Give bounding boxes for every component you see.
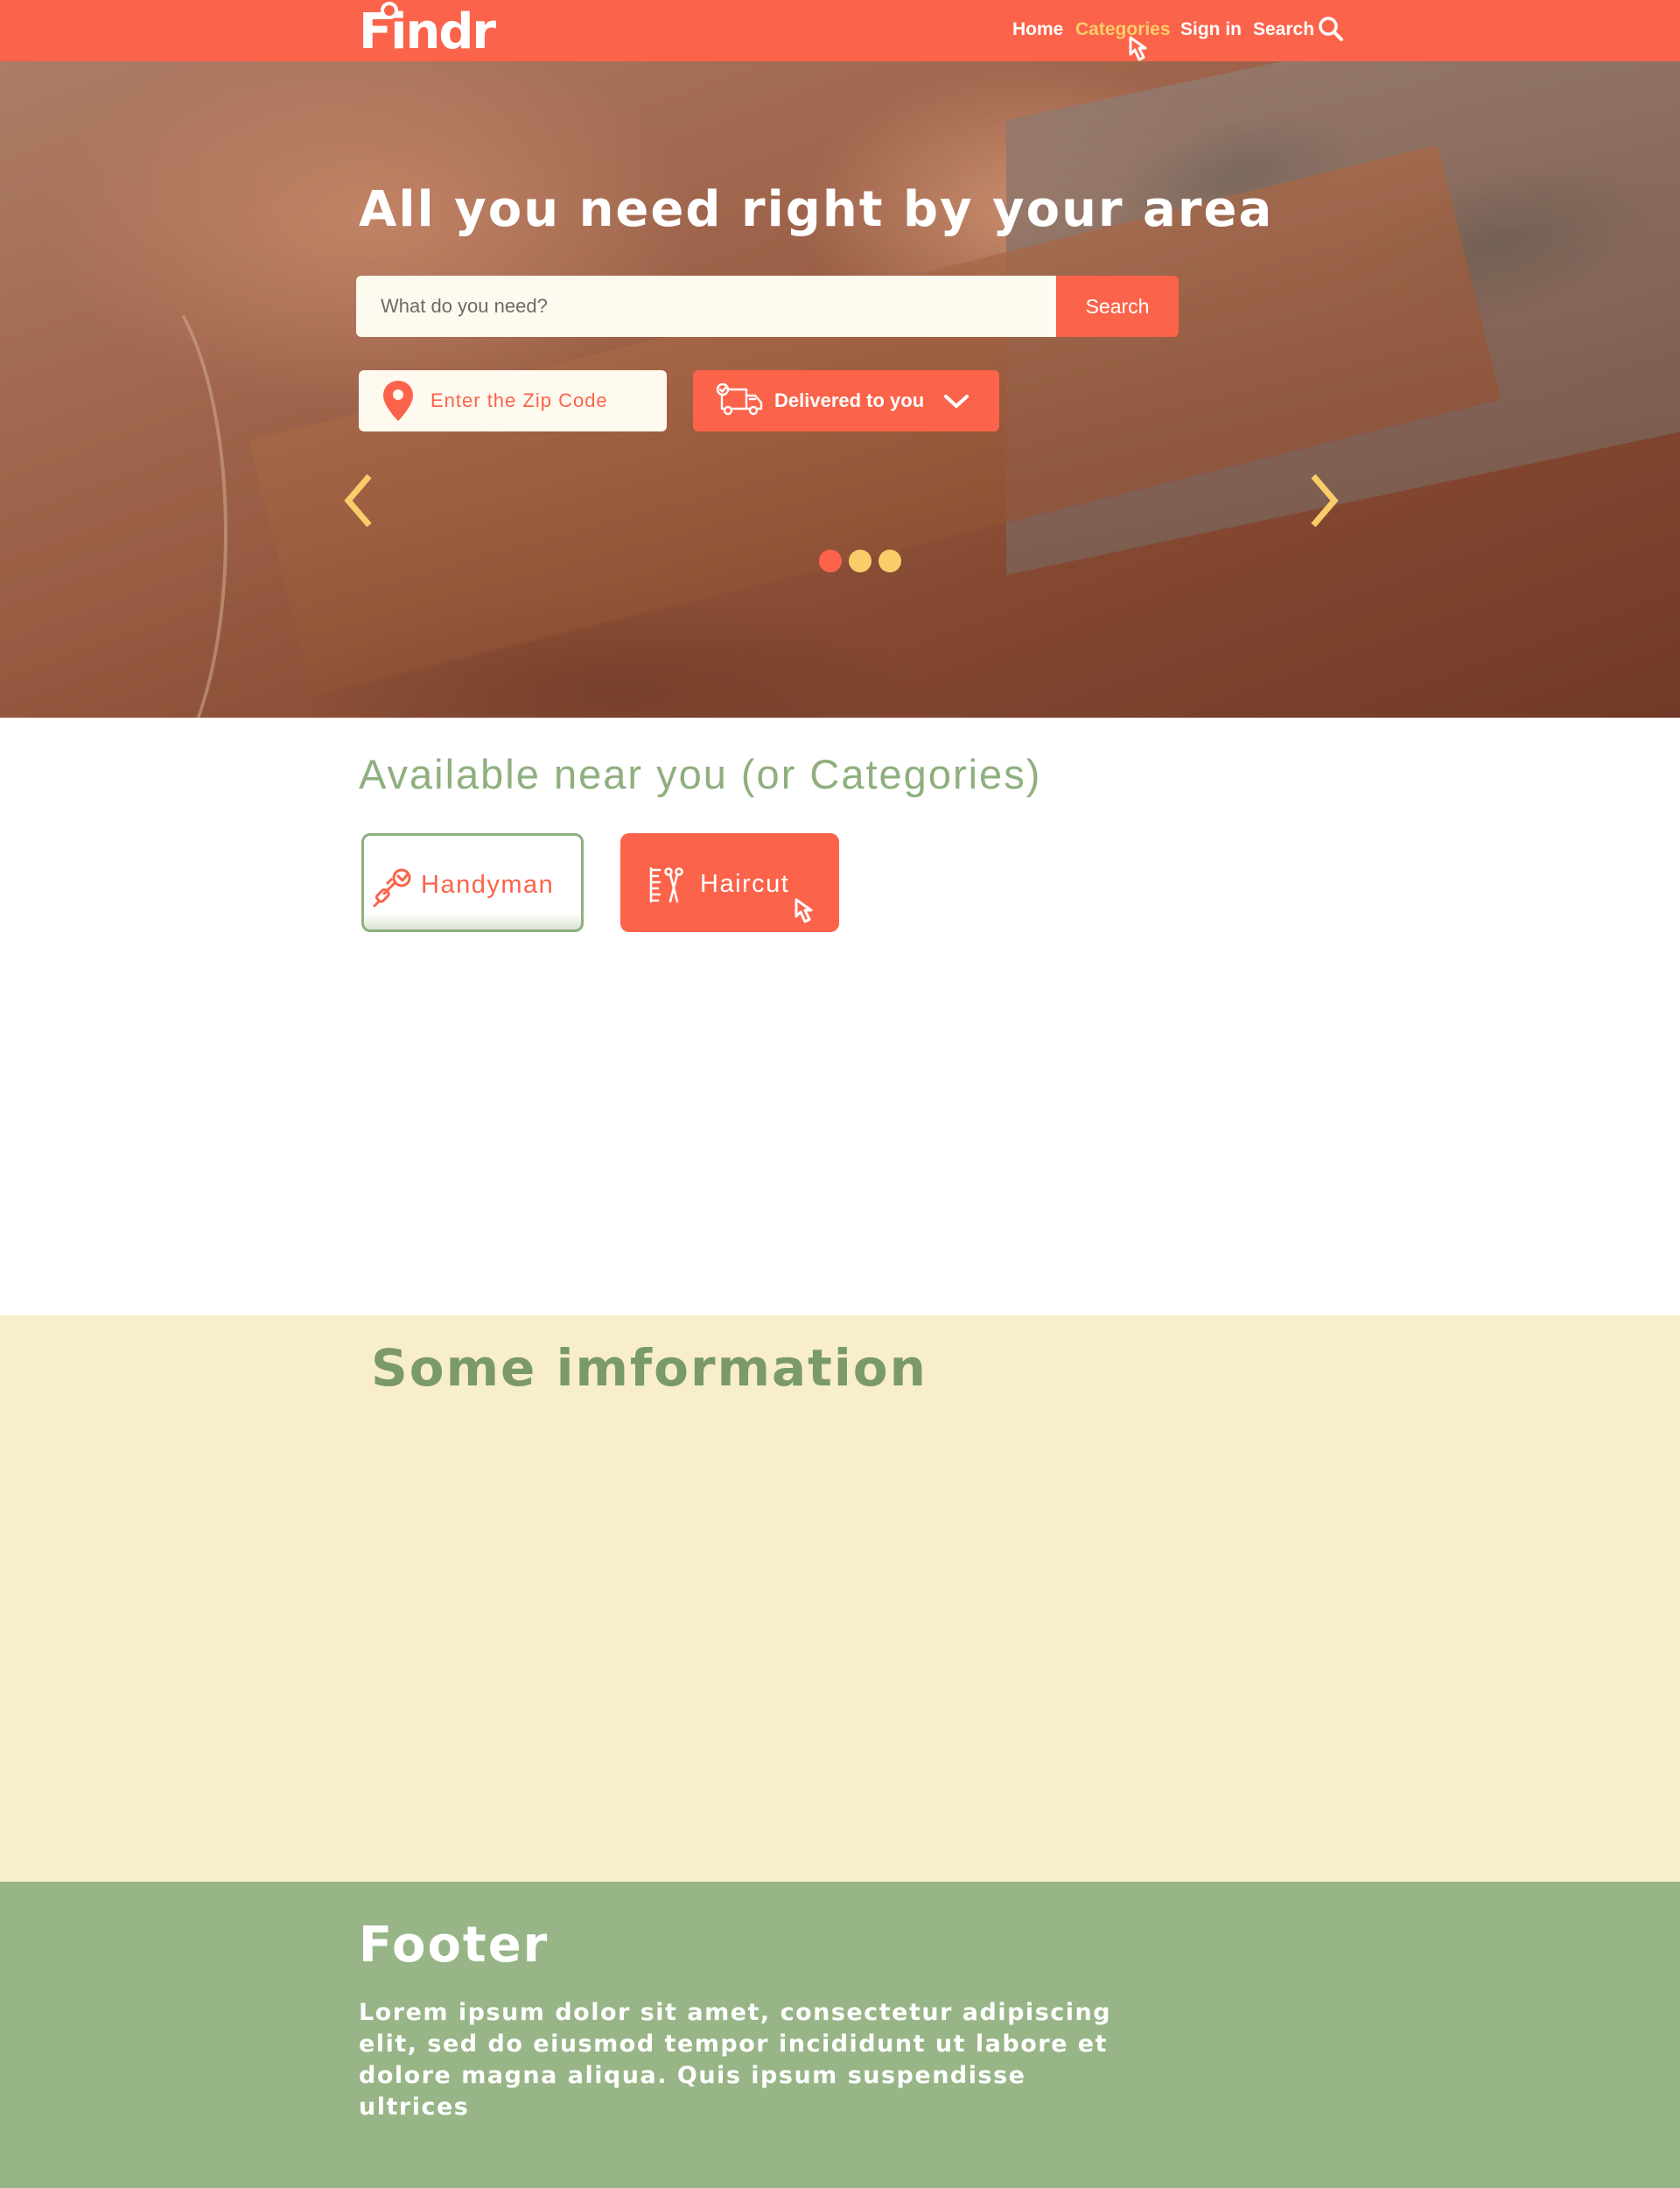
carousel-dots	[819, 550, 906, 574]
mouse-cursor-icon	[1129, 36, 1147, 61]
hero-search-button[interactable]: Search	[1056, 276, 1179, 337]
map-pin-icon	[383, 381, 413, 421]
nav-home-link[interactable]: Home	[1012, 18, 1063, 42]
categories-heading: Available near you (or Categories)	[359, 751, 1042, 797]
zip-code-label: Enter the Zip Code	[430, 389, 608, 411]
carousel-next-icon[interactable]	[1306, 473, 1341, 529]
hero-title: All you need right by your area	[359, 181, 1274, 238]
category-haircut-label: Haircut	[700, 870, 790, 898]
delivery-dropdown[interactable]: Delivered to you	[693, 370, 999, 431]
footer-text: Lorem ipsum dolor sit amet, consectetur …	[359, 1999, 1112, 2121]
footer: Footer Lorem ipsum dolor sit amet, conse…	[0, 1882, 1680, 2188]
carousel-dot-3[interactable]	[878, 550, 901, 572]
truck-icon	[716, 382, 763, 416]
info-heading: Some imformation	[371, 1338, 928, 1398]
findr-logo[interactable]: Findr	[359, 2, 496, 61]
carousel-dot-1[interactable]	[819, 550, 842, 572]
plug-wrench-icon	[373, 868, 411, 908]
hero-search-input[interactable]	[356, 276, 1056, 337]
category-handyman-card[interactable]: Handyman	[361, 833, 584, 932]
carousel-prev-icon[interactable]	[341, 473, 376, 529]
category-handyman-label: Handyman	[421, 871, 555, 899]
comb-scissors-icon	[649, 866, 683, 903]
top-navbar: Findr Home Categories Sign in Search	[0, 0, 1680, 61]
carousel-dot-2[interactable]	[849, 550, 872, 572]
info-section: Some imformation	[0, 1315, 1680, 1882]
logo-text: Findr	[359, 4, 496, 60]
delivery-label: Delivered to you	[774, 389, 925, 411]
footer-heading: Footer	[359, 1917, 550, 1974]
nav-search-link[interactable]: Search	[1253, 18, 1314, 42]
hero-banner: All you need right by your area Search E…	[0, 61, 1680, 718]
nav-signin-link[interactable]: Sign in	[1180, 18, 1242, 42]
zip-code-field[interactable]: Enter the Zip Code	[359, 370, 667, 431]
magnifier-icon[interactable]	[1318, 16, 1344, 42]
mouse-cursor-icon	[794, 898, 813, 923]
chevron-down-icon	[944, 395, 969, 408]
hero-search-bar: Search	[356, 276, 1179, 337]
logo-magnifier-ring	[381, 2, 398, 19]
